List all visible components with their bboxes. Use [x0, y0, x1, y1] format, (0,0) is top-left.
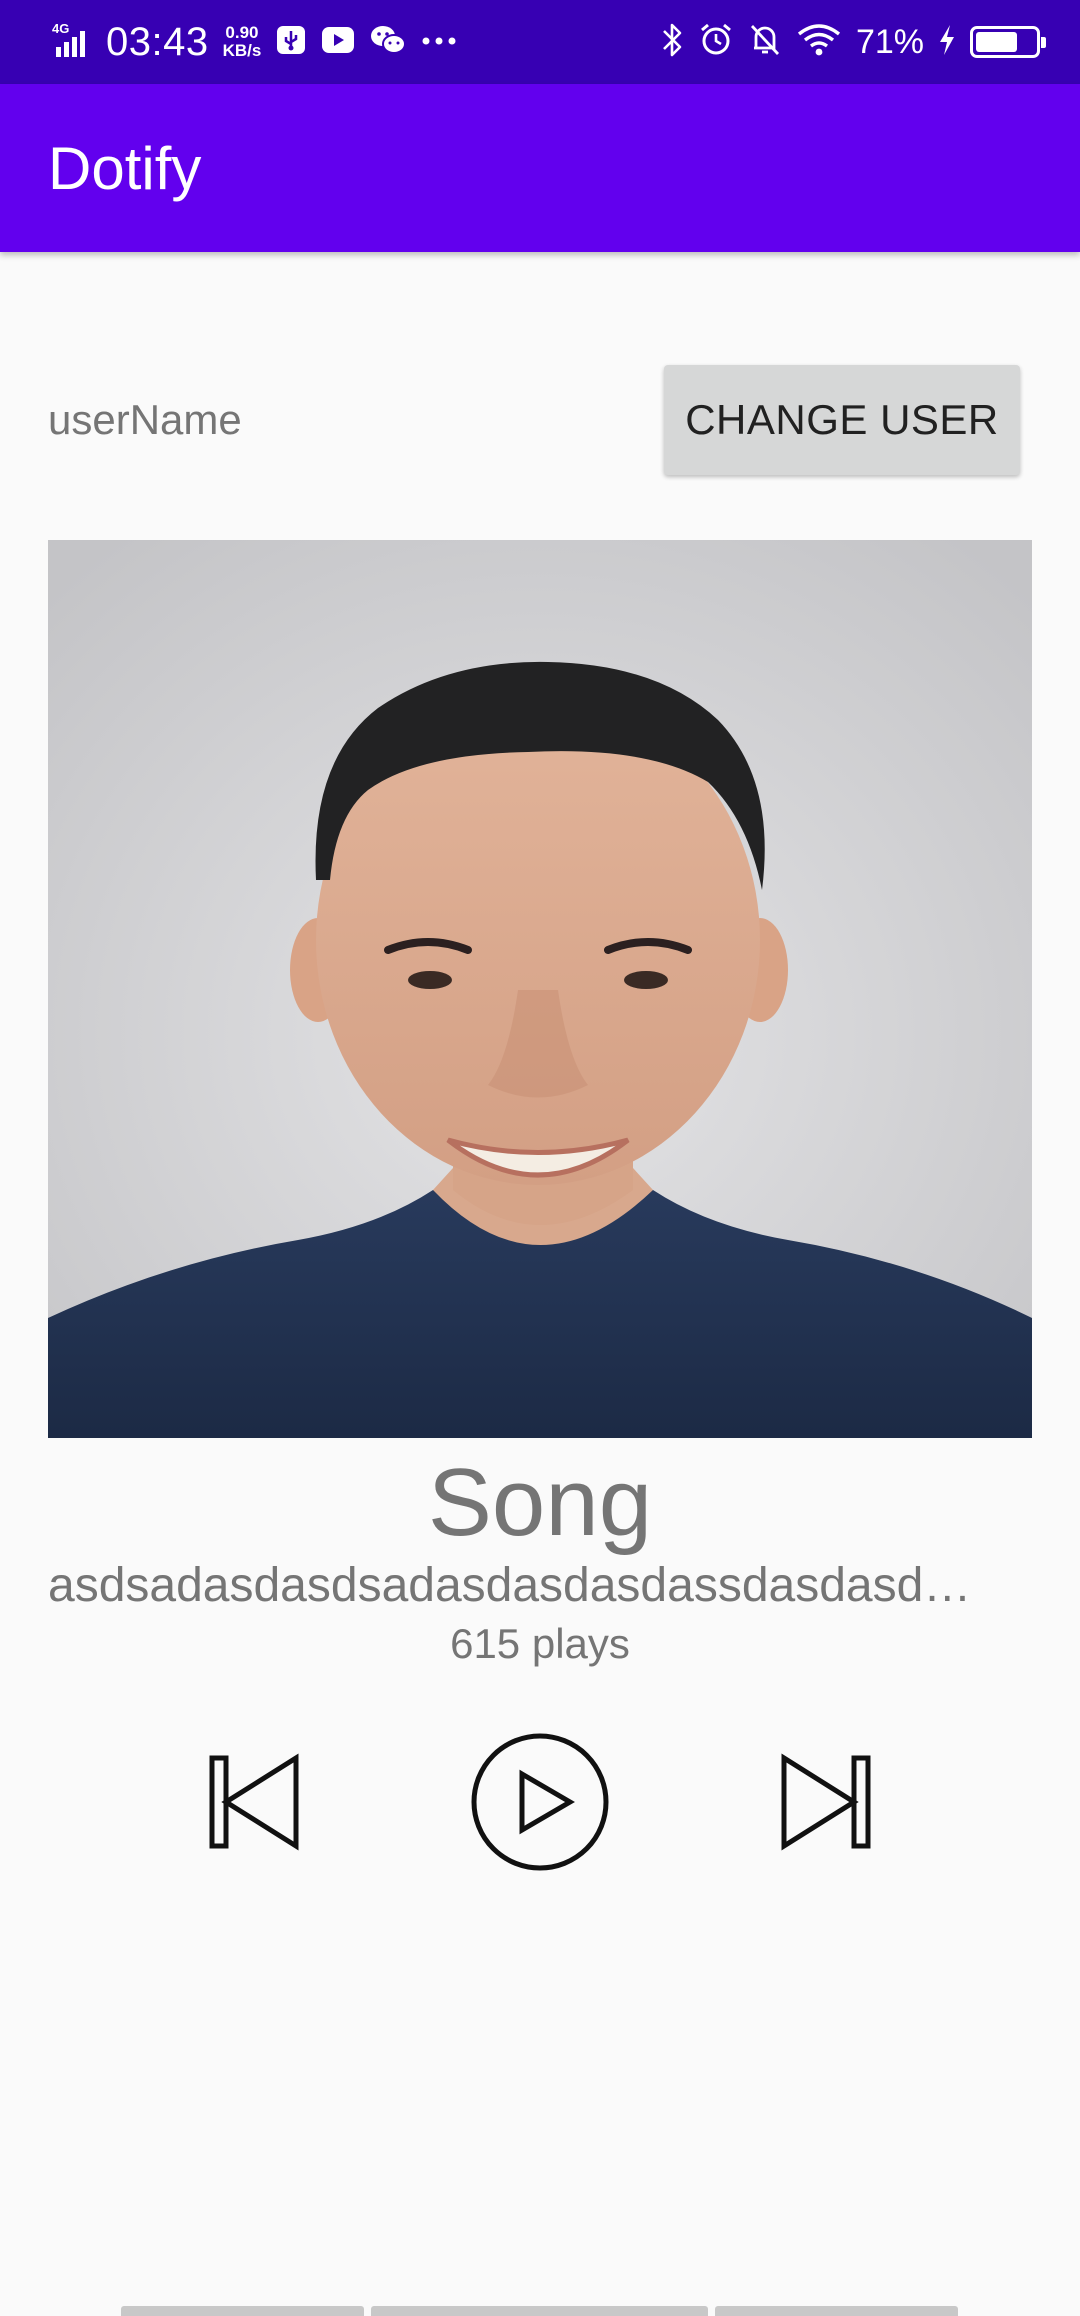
- network-speed-unit: KB/s: [222, 41, 262, 60]
- album-art-portrait: [48, 540, 1032, 1438]
- artist-name: asdsadasdasdsadasdasdasdassdasdasd…: [48, 1559, 972, 1612]
- network-speed-value: 0.90: [225, 23, 259, 42]
- charging-icon: [938, 24, 956, 61]
- song-title: Song: [427, 1449, 653, 1556]
- album-art-image: [48, 540, 1032, 1438]
- next-icon[interactable]: [776, 1752, 876, 1852]
- play-count: 615 plays: [450, 1620, 630, 1667]
- youtube-icon: [321, 26, 355, 59]
- battery-fill: [976, 32, 1018, 52]
- playback-controls: [0, 1730, 1080, 1880]
- status-time: 03:43: [106, 19, 209, 64]
- app-bar: Dotify: [0, 84, 1080, 252]
- battery-percent: 71%: [855, 22, 924, 61]
- previous-icon[interactable]: [204, 1752, 304, 1852]
- nav-indicator-center: [371, 2306, 708, 2316]
- mute-icon: [748, 22, 782, 63]
- network-type: 4G: [52, 21, 69, 36]
- change-user-button[interactable]: CHANGE USER: [664, 365, 1020, 475]
- status-bar: 4G 03:43 0.90 KB/s 71%: [0, 0, 1080, 84]
- username-label: userName: [48, 396, 242, 443]
- bluetooth-icon: [660, 22, 684, 63]
- user-row: userName CHANGE USER: [48, 364, 1020, 476]
- wechat-icon: [369, 23, 407, 62]
- alarm-icon: [698, 22, 734, 63]
- app-title: Dotify: [48, 134, 202, 202]
- battery-icon: [970, 26, 1046, 58]
- usb-icon: [275, 24, 307, 61]
- nav-indicator-left: [121, 2306, 364, 2316]
- wifi-icon: [796, 22, 842, 63]
- more-icon: [421, 33, 457, 51]
- status-bar-left: 4G 03:43 0.90 KB/s: [52, 20, 457, 65]
- status-bar-right: 71%: [660, 22, 1046, 63]
- play-icon[interactable]: [470, 1732, 610, 1872]
- network-speed: 0.90 KB/s: [223, 24, 262, 60]
- signal-icon: 4G: [52, 21, 92, 64]
- nav-indicator-right: [715, 2306, 958, 2316]
